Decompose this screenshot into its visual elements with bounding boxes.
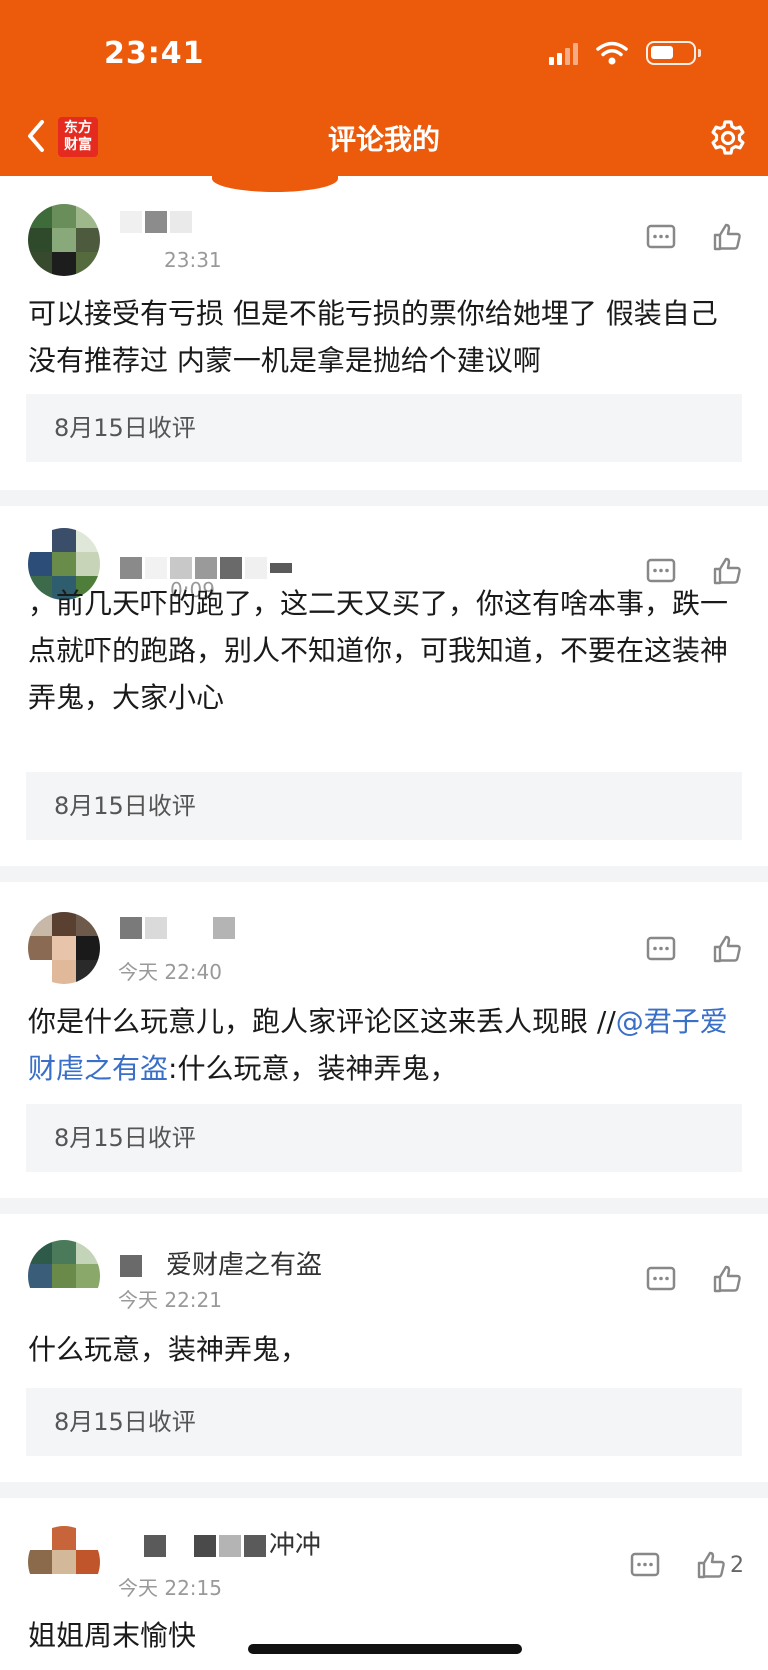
like-button[interactable]: [712, 934, 742, 964]
article-link[interactable]: 8月15日收评: [26, 772, 742, 840]
status-time: 23:41: [104, 36, 205, 71]
reply-icon[interactable]: [630, 1552, 660, 1578]
username[interactable]: [120, 206, 195, 236]
thumbs-up-icon: [713, 935, 741, 963]
username[interactable]: 爱财虐之有盗: [120, 1250, 323, 1281]
page-title: 评论我的: [327, 123, 440, 156]
quoted-text: :什么玩意，装神弄鬼，: [168, 1052, 458, 1085]
reply-icon[interactable]: [646, 1266, 676, 1292]
divider: [0, 1482, 768, 1498]
header-tab-indicator: [212, 176, 338, 192]
thumbs-up-icon: [713, 223, 741, 251]
comment-text: 你是什么玩意儿，跑人家评论区这来丢人现眼 //@君子爱财虐之有盗:什么玩意，装神…: [28, 998, 740, 1092]
comment-text: 可以接受有亏损 但是不能亏损的票你给她埋了 假装自己没有推荐过 内蒙一机是拿是抛…: [28, 297, 718, 377]
signal-icon: [549, 41, 578, 65]
username[interactable]: 冲冲: [144, 1530, 322, 1561]
comment-item: 0:09 ，前几天吓的跑了，这二天又买了，你这有啥本事，跌一点就吓的跑路，别人不…: [0, 506, 768, 866]
home-indicator: [248, 1644, 522, 1654]
avatar[interactable]: [28, 204, 100, 276]
comment-text: 什么玩意，装神弄鬼，: [28, 1333, 309, 1366]
thumbs-up-icon: [697, 1551, 725, 1579]
like-button[interactable]: [712, 222, 742, 252]
status-icons: [549, 38, 701, 68]
battery-icon: [646, 41, 701, 65]
like-count: 2: [730, 1552, 744, 1578]
comment-item: 23:31 可以接受有亏损 但是不能亏损的票你给她埋了 假装自己没有推荐过 内蒙…: [0, 192, 768, 490]
username[interactable]: [120, 912, 238, 942]
article-link[interactable]: 8月15日收评: [26, 394, 742, 462]
like-button[interactable]: [712, 1264, 742, 1294]
gear-icon[interactable]: [708, 118, 748, 158]
comment-time: 今天 22:15: [118, 1576, 222, 1600]
thumbs-up-icon: [713, 1265, 741, 1293]
divider: [0, 1198, 768, 1214]
username-text: 冲冲: [269, 1530, 322, 1561]
article-link[interactable]: 8月15日收评: [26, 1388, 742, 1456]
reply-icon[interactable]: [646, 936, 676, 962]
reply-icon[interactable]: [646, 224, 676, 250]
username-text: 爱财虐之有盗: [166, 1250, 323, 1281]
divider: [0, 866, 768, 882]
comment-text-main: 你是什么玩意儿，跑人家评论区这来丢人现眼 //: [28, 1005, 616, 1038]
like-button[interactable]: 2: [696, 1550, 744, 1580]
comment-item: 今天 22:40 你是什么玩意儿，跑人家评论区这来丢人现眼 //@君子爱财虐之有…: [0, 882, 768, 1198]
comment-time: 今天 22:40: [118, 960, 222, 984]
avatar[interactable]: [28, 1526, 100, 1598]
article-link[interactable]: 8月15日收评: [26, 1104, 742, 1172]
comment-text: ，前几天吓的跑了，这二天又买了，你这有啥本事，跌一点就吓的跑路，别人不知道你，可…: [28, 587, 729, 714]
divider: [0, 490, 768, 506]
comment-item: 爱财虐之有盗 今天 22:21 什么玩意，装神弄鬼， 8月15日收评: [0, 1214, 768, 1482]
app-header: 23:41 东方 财富 评论我的: [0, 0, 768, 176]
avatar[interactable]: [28, 1240, 100, 1312]
wifi-icon: [596, 41, 628, 65]
comment-time: 今天 22:21: [118, 1288, 222, 1312]
avatar[interactable]: [28, 912, 100, 984]
comment-time: 23:31: [164, 248, 222, 272]
